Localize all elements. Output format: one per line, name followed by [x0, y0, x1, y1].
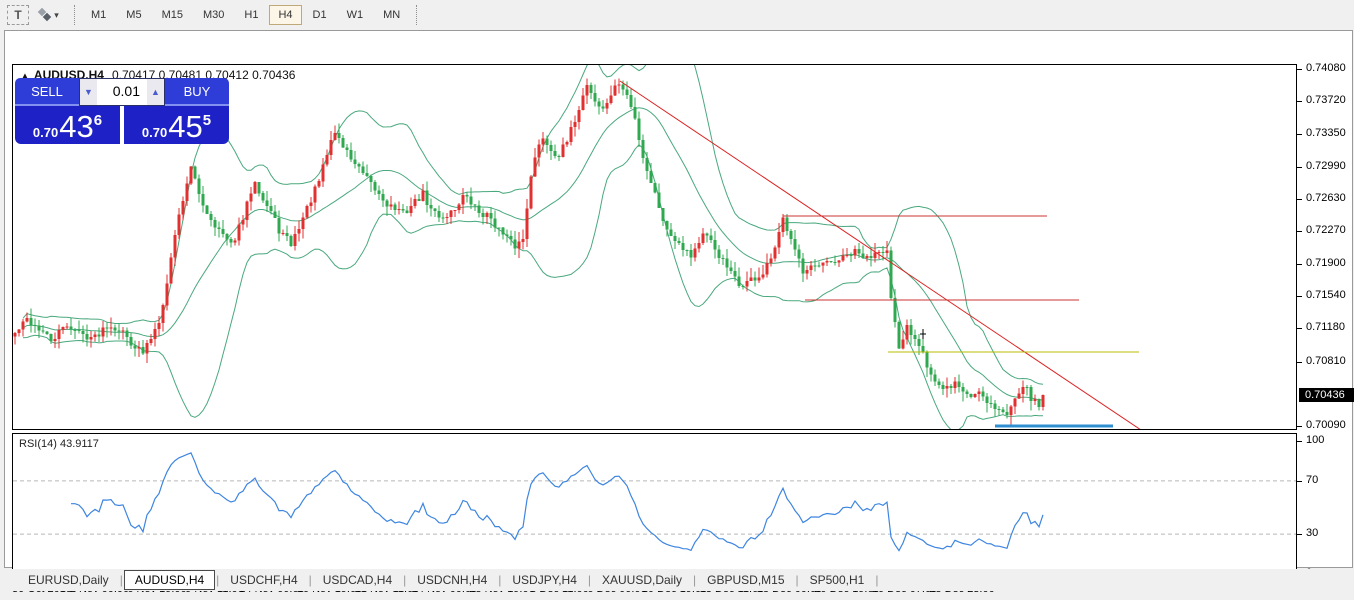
chart-tab-eurusd-daily[interactable]: EURUSD,Daily: [18, 571, 119, 589]
sell-button-label: SELL: [31, 83, 63, 99]
price-axis-tick: [1297, 69, 1302, 70]
timeframe-button-m15[interactable]: M15: [153, 5, 192, 25]
timeframe-button-h1[interactable]: H1: [235, 5, 267, 25]
toolbar: T ▾ M1 M5 M15 M30 H1 H4 D1 W1 MN: [0, 0, 1354, 30]
terminal-window: T ▾ M1 M5 M15 M30 H1 H4 D1 W1 MN ▲ AUDUSD,H4 0.704…: [0, 0, 1354, 600]
tab-separator: |: [875, 573, 879, 587]
timeframe-button-m1[interactable]: M1: [82, 5, 115, 25]
rsi-axis-tick: [1297, 534, 1302, 535]
price-axis-tick: [1297, 198, 1302, 200]
price-axis-tick: [1297, 230, 1302, 232]
volume-value[interactable]: 0.01: [97, 79, 147, 105]
sell-price-pip: 6: [93, 112, 103, 129]
current-price-tag: 0.70436: [1299, 388, 1354, 402]
timeframe-button-h4[interactable]: H4: [269, 5, 302, 25]
price-chart-pane[interactable]: ▲ AUDUSD,H4 0.70417 0.70481 0.70412 0.7043…: [12, 64, 1297, 430]
arrows-tool-button[interactable]: ▾: [31, 5, 67, 25]
text-tool-icon: T: [14, 8, 22, 22]
price-axis-label: 0.73720: [1306, 94, 1346, 107]
rsi-label: RSI(14) 43.9117: [19, 438, 99, 450]
volume-stepper: ▼ 0.01 ▲: [79, 78, 165, 106]
price-axis-label: 0.70090: [1306, 418, 1346, 431]
toolbar-grip: [416, 5, 418, 25]
sell-price-box[interactable]: 0.70 43 6: [15, 106, 120, 144]
buy-price-prefix: 0.70: [141, 125, 168, 140]
dropdown-caret-icon: ▾: [54, 9, 59, 20]
chart-tab-usdchf-h4[interactable]: USDCHF,H4: [220, 571, 307, 589]
chart-tab-audusd-h4[interactable]: AUDUSD,H4: [123, 570, 216, 590]
price-axis-tick: [1297, 101, 1302, 103]
buy-price-big: 45: [168, 109, 203, 144]
chart-tab-sp500-h1[interactable]: SP500,H1: [800, 571, 875, 589]
rsi-axis-tick: [1297, 441, 1302, 442]
toolbar-grip: [74, 5, 75, 25]
tab-separator: |: [587, 573, 591, 587]
rsi-axis-label: 70: [1306, 474, 1319, 486]
caret-up-icon: ▲: [151, 87, 160, 97]
rsi-indicator-pane[interactable]: RSI(14) 43.9117: [12, 433, 1297, 577]
price-axis-label: 0.72630: [1306, 191, 1346, 204]
chart-tab-gbpusd-m15[interactable]: GBPUSD,M15: [697, 571, 794, 589]
chart-tab-usdcad-h4[interactable]: USDCAD,H4: [313, 571, 402, 589]
rsi-axis-label: 30: [1306, 527, 1319, 539]
chart-tab-bar: EURUSD,Daily | AUDUSD,H4 | USDCHF,H4 | USDCAD,…: [0, 569, 1354, 591]
price-axis-label: 0.70810: [1306, 354, 1346, 367]
arrows-icon: [37, 7, 52, 22]
one-click-trading-panel: SELL ▼ 0.01 ▲ BUY 0.70 43 6 0.70 45 5: [15, 78, 229, 144]
volume-up-button[interactable]: ▲: [147, 79, 164, 105]
price-axis-tick: [1297, 361, 1302, 363]
price-axis-tick: [1297, 425, 1302, 427]
tab-separator: |: [795, 573, 799, 587]
price-axis-tick: [1297, 296, 1302, 298]
tab-separator: |: [693, 573, 697, 587]
rsi-axis-label: 100: [1306, 434, 1325, 446]
chart-tab-xauusd-daily[interactable]: XAUUSD,Daily: [592, 571, 692, 589]
timeframe-buttons: M1 M5 M15 M30 H1 H4 D1 W1 MN: [81, 5, 410, 25]
rsi-chart: [13, 452, 1296, 552]
tab-separator: |: [119, 573, 123, 587]
tab-separator: |: [216, 573, 220, 587]
caret-down-icon: ▼: [84, 87, 93, 97]
buy-button-label: BUY: [183, 83, 211, 99]
chart-window: ▲ AUDUSD,H4 0.70417 0.70481 0.70412 0.7043…: [4, 30, 1354, 595]
volume-down-button[interactable]: ▼: [80, 79, 97, 105]
price-axis-label: 0.71540: [1306, 289, 1346, 302]
timeframe-button-w1[interactable]: W1: [338, 5, 373, 25]
price-axis-label: 0.71900: [1306, 257, 1346, 270]
text-tool-button[interactable]: T: [7, 5, 29, 25]
chart-tab-usdcnh-h4[interactable]: USDCNH,H4: [407, 571, 497, 589]
price-axis-label: 0.71180: [1306, 321, 1345, 334]
timeframe-button-mn[interactable]: MN: [374, 5, 409, 25]
timeframe-button-m30[interactable]: M30: [194, 5, 233, 25]
tab-separator: |: [498, 573, 502, 587]
buy-price-box[interactable]: 0.70 45 5: [124, 106, 229, 144]
price-axis-tick: [1297, 328, 1302, 330]
buy-button[interactable]: BUY: [165, 78, 229, 106]
price-axis[interactable]: 0.74080 0.73720 0.73350 0.72990 0.72630 0.722…: [1297, 61, 1354, 599]
timeframe-button-d1[interactable]: D1: [304, 5, 336, 25]
rsi-axis-tick: [1297, 481, 1302, 482]
sell-button[interactable]: SELL: [15, 78, 79, 106]
price-axis-tick: [1297, 166, 1302, 168]
price-axis-label: 0.72270: [1306, 223, 1346, 236]
chart-tab-usdjpy-h4[interactable]: USDJPY,H4: [502, 571, 586, 589]
sell-price-big: 43: [59, 109, 94, 144]
price-axis-label: 0.73350: [1306, 127, 1346, 140]
price-axis-tick: [1297, 134, 1302, 136]
buy-price-pip: 5: [202, 112, 212, 129]
sell-price-prefix: 0.70: [32, 125, 59, 140]
price-axis-label: 0.72990: [1306, 159, 1346, 172]
price-axis-label: 0.74080: [1306, 62, 1346, 74]
price-axis-tick: [1297, 264, 1302, 266]
timeframe-button-m5[interactable]: M5: [117, 5, 150, 25]
tab-separator: |: [308, 573, 312, 587]
tab-separator: |: [403, 573, 407, 587]
